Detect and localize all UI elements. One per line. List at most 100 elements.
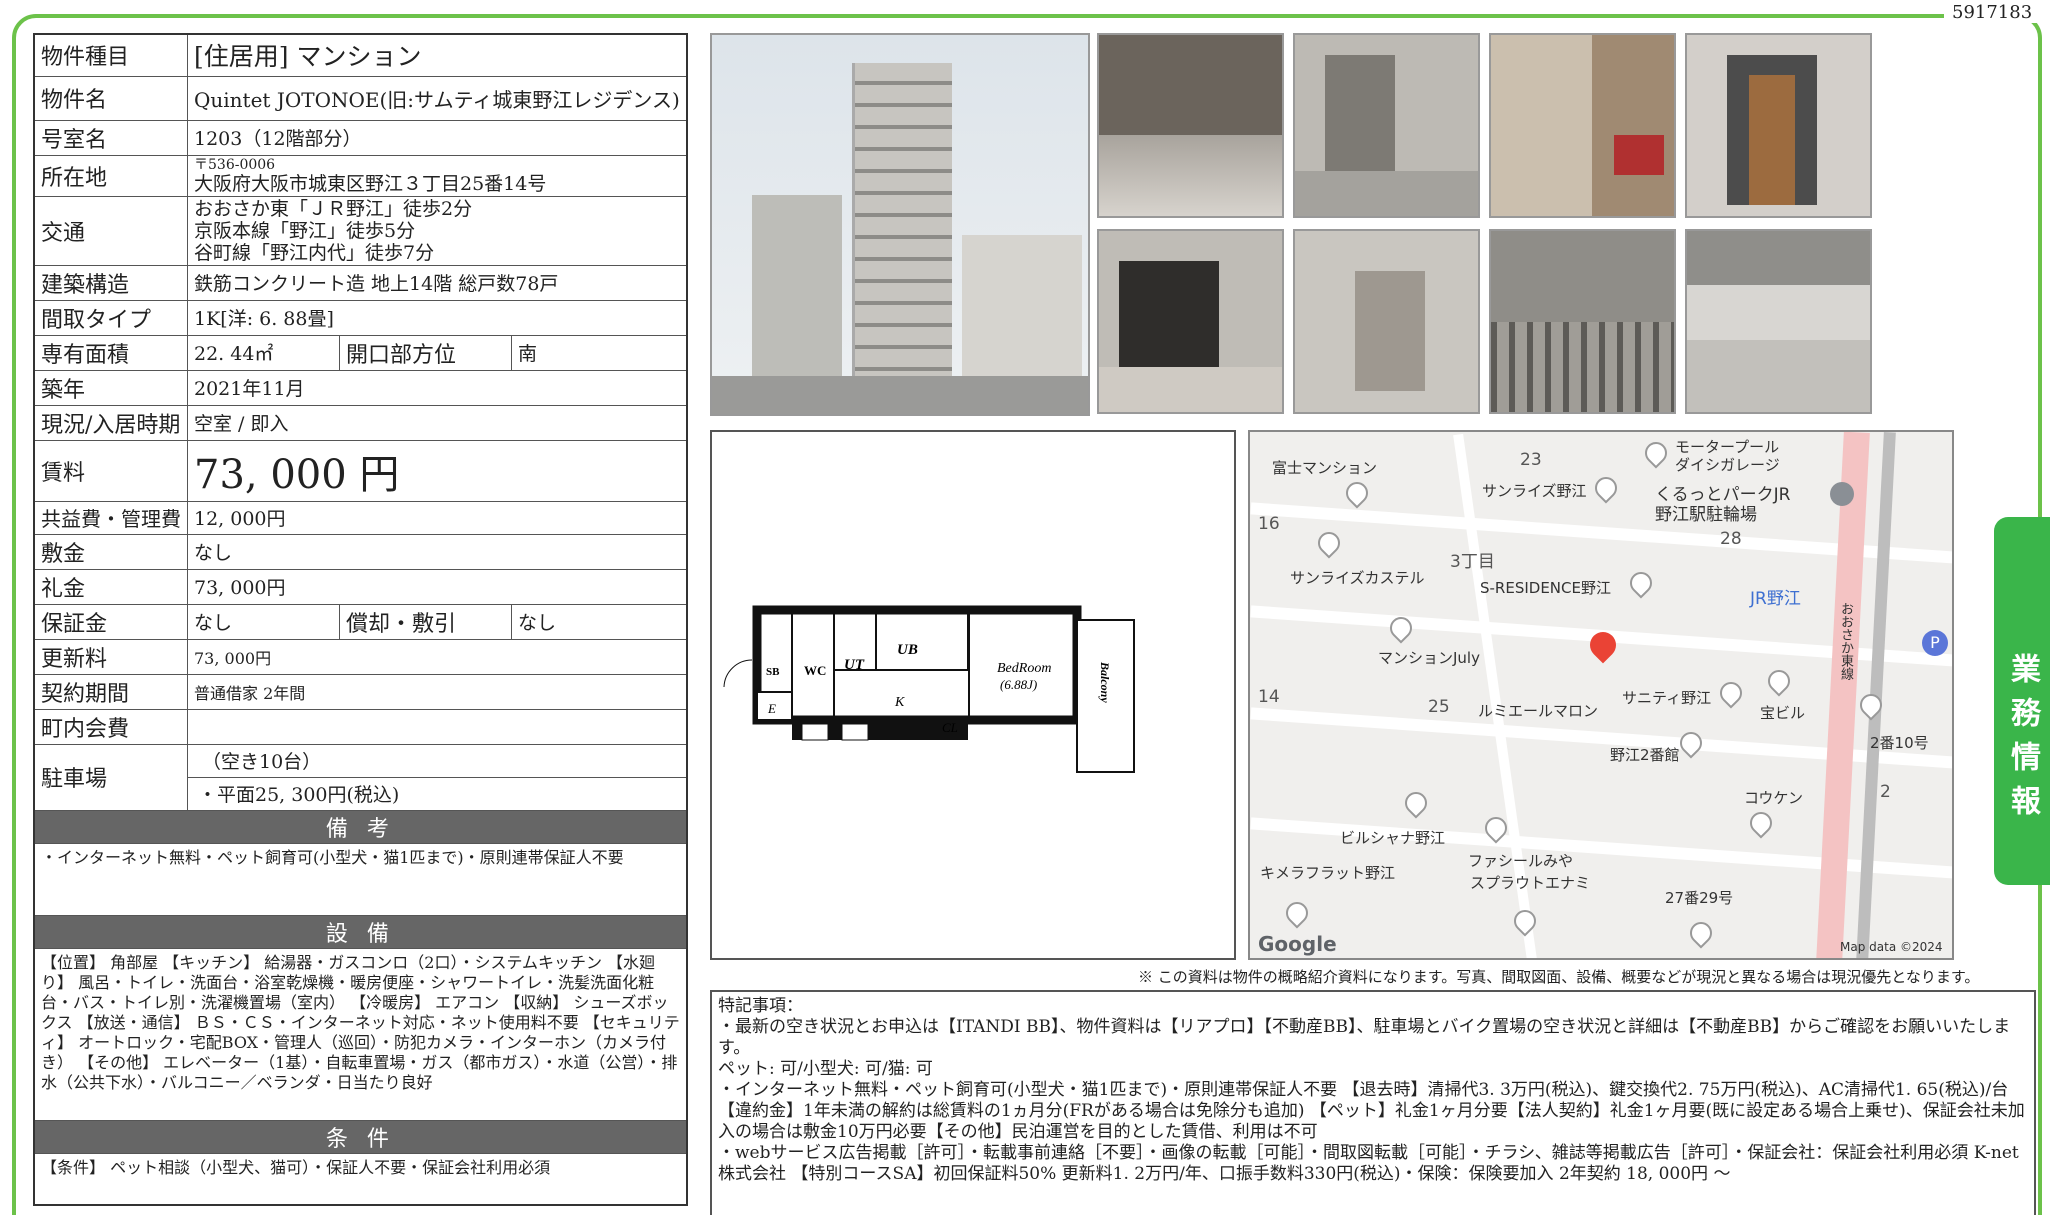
entrance-exterior-photo xyxy=(1293,33,1480,218)
disclaimer-text: ※ この資料は物件の概略紹介資料になります。写真、間取図面、設備、概要などが現況… xyxy=(1138,968,1980,986)
map-label: 2 xyxy=(1880,782,1891,802)
bedroom-label: BedRoom xyxy=(997,661,1051,676)
deposit-value: なし xyxy=(186,533,688,570)
map-label: コウケン xyxy=(1744,789,1803,807)
parking-icon[interactable]: P xyxy=(1922,630,1948,656)
map-label: 28 xyxy=(1720,529,1742,549)
room-label: 号室名 xyxy=(33,119,188,156)
map-pin-icon[interactable] xyxy=(1715,677,1747,709)
map-label: キメラフラット野江 xyxy=(1260,864,1396,882)
map-label: ルミエールマロン xyxy=(1478,702,1599,720)
building-exterior-photo xyxy=(710,33,1090,416)
map-attribution: Map data ©2024 xyxy=(1840,940,1943,954)
rent-label: 賃料 xyxy=(33,439,188,502)
special-remarks: 特記事項： ・最新の空き状況とお申込は【ITANDI BB】、物件資料は【リアプ… xyxy=(710,990,2036,1215)
back-door-photo xyxy=(1293,229,1480,414)
map-pin-icon[interactable] xyxy=(1625,567,1657,599)
room-value: 1203（12階部分） xyxy=(186,119,688,156)
closet-label: CL xyxy=(942,720,958,735)
town-fee-label: 町内会費 xyxy=(33,708,188,745)
bedroom-size-label: (6.88J) xyxy=(1000,677,1037,692)
ub-label: UB xyxy=(897,642,918,658)
remarks-heading: 備 考 xyxy=(33,809,688,844)
name-value: Quintet JOTONOE(旧:サムティ城東野江レジデンス) xyxy=(186,75,688,121)
map-pin-icon[interactable] xyxy=(1313,527,1345,559)
map-label: 25 xyxy=(1428,697,1450,717)
map-pin-icon[interactable] xyxy=(1745,807,1777,839)
address-value: 〒536-0006 大阪府大阪市城東区野江３丁目25番14号 xyxy=(186,154,688,197)
area-value: 22. 44㎡ xyxy=(187,334,340,371)
map-pin-icon[interactable] xyxy=(1675,727,1707,759)
map-pin-icon[interactable] xyxy=(1685,917,1717,949)
key-money-value: 73, 000円 xyxy=(186,568,688,605)
map-label: サンライズカステル xyxy=(1290,569,1425,587)
status-value: 空室 / 即入 xyxy=(186,404,688,441)
amortization-label: 償却・敷引 xyxy=(339,603,512,640)
map-label: 27番29号 xyxy=(1665,889,1734,907)
location-map[interactable]: P 富士マンション 23 サンライズ野江 モータープール ダイシガレージ くるっ… xyxy=(1248,430,1954,960)
map-label: S-RESIDENCE野江 xyxy=(1480,579,1611,597)
business-info-tab[interactable]: 業務情報 xyxy=(1994,517,2050,885)
transit-value: おおさか東「ＪＲ野江」徒歩2分 京阪本線「野江」徒歩5分 谷町線「野江内代」徒歩… xyxy=(186,195,688,266)
map-label: サンライズ野江 xyxy=(1482,482,1587,500)
entrance-hall-photo xyxy=(1097,33,1284,218)
contract-label: 契約期間 xyxy=(33,673,188,710)
map-label: 富士マンション xyxy=(1272,459,1378,477)
google-logo: Google xyxy=(1258,932,1337,956)
type-value: [住居用] マンション xyxy=(186,33,688,77)
remarks-text: ・インターネット無料・ペット飼育可(小型犬・猫1匹まで)・原則連帯保証人不要 xyxy=(33,842,688,916)
parking-label: 駐車場 xyxy=(33,743,188,811)
key-money-label: 礼金 xyxy=(33,568,188,605)
map-pin-icon[interactable] xyxy=(1763,665,1795,697)
wc-label: WC xyxy=(804,663,826,678)
entrance-door-photo xyxy=(1685,33,1872,218)
built-value: 2021年11月 xyxy=(186,369,688,406)
zip-code: 〒536-0006 xyxy=(194,156,276,173)
structure-label: 建築構造 xyxy=(33,264,188,301)
remarks-line: ・webサービス広告掲載［許可］・転載事前連絡［不要］・画像の転載［可能］・間取… xyxy=(718,1143,2019,1184)
balcony-label: Balcony xyxy=(1098,661,1112,703)
equipment-text: 【位置】 角部屋 【キッチン】 給湯器・ガスコンロ（2口）・システムキッチン 【… xyxy=(33,947,688,1121)
renewal-value: 73, 000円 xyxy=(186,638,688,675)
map-label: 3丁目 xyxy=(1450,552,1495,572)
map-label: 宝ビル xyxy=(1760,704,1806,722)
remarks-line: ・インターネット無料・ペット飼育可(小型犬・猫1匹まで)・原則連帯保証人不要 【… xyxy=(718,1080,2025,1142)
map-label: JR野江 xyxy=(1750,589,1801,609)
map-label: 野江駅駐輪場 xyxy=(1655,505,1757,525)
map-pin-icon[interactable] xyxy=(1640,437,1672,469)
built-label: 築年 xyxy=(33,369,188,406)
map-label: 23 xyxy=(1520,450,1542,470)
property-spec-table: 物件種目 [住居用] マンション 物件名 Quintet JOTONOE(旧:サ… xyxy=(33,33,688,1206)
type-label: 物件種目 xyxy=(33,33,188,77)
map-pin-icon[interactable] xyxy=(1400,787,1432,819)
transit-label: 交通 xyxy=(33,195,188,266)
map-label: ダイシガレージ xyxy=(1675,456,1780,474)
layout-value: 1K[洋: 6. 88畳] xyxy=(186,299,688,336)
map-pin-icon[interactable] xyxy=(1509,905,1541,937)
fee-value: 12, 000円 xyxy=(186,500,688,535)
map-label: 16 xyxy=(1258,514,1280,534)
transit-line: 京阪本線「野江」徒歩5分 xyxy=(194,219,416,242)
map-label: ビルシャナ野江 xyxy=(1340,829,1446,847)
remarks-line: ペット: 可/小型犬: 可/猫: 可 xyxy=(718,1059,933,1079)
map-pin-icon[interactable] xyxy=(1590,472,1622,504)
parking-station-icon[interactable] xyxy=(1830,482,1854,506)
amortization-value: なし xyxy=(510,603,688,640)
entrance-label: E xyxy=(767,701,776,716)
map-label: おおさか東線 xyxy=(1838,602,1853,680)
direction-value: 南 xyxy=(510,334,688,371)
bicycle-parking-photo xyxy=(1489,229,1676,414)
floor-plan-drawing: SB E WC UT UB K CL BedRoom (6.88J) Balco… xyxy=(723,605,1135,773)
rent-value: 73, 000 円 xyxy=(186,439,688,502)
map-label: 2番10号 xyxy=(1870,734,1929,752)
map-pin-icon[interactable] xyxy=(1281,897,1313,929)
renewal-label: 更新料 xyxy=(33,638,188,675)
direction-label: 開口部方位 xyxy=(339,334,512,371)
map-label: スプラウトエナミ xyxy=(1470,874,1591,892)
conditions-text: 【条件】 ペット相談（小型犬、猫可）・保証人不要・保証会社利用必須 xyxy=(33,1152,688,1206)
deposit-label: 敷金 xyxy=(33,533,188,570)
status-label: 現況/入居時期 xyxy=(33,404,188,441)
ut-label: UT xyxy=(844,657,865,673)
map-pin-icon[interactable] xyxy=(1341,477,1373,509)
floor-plan: SB E WC UT UB K CL BedRoom (6.88J) Balco… xyxy=(710,430,1236,960)
